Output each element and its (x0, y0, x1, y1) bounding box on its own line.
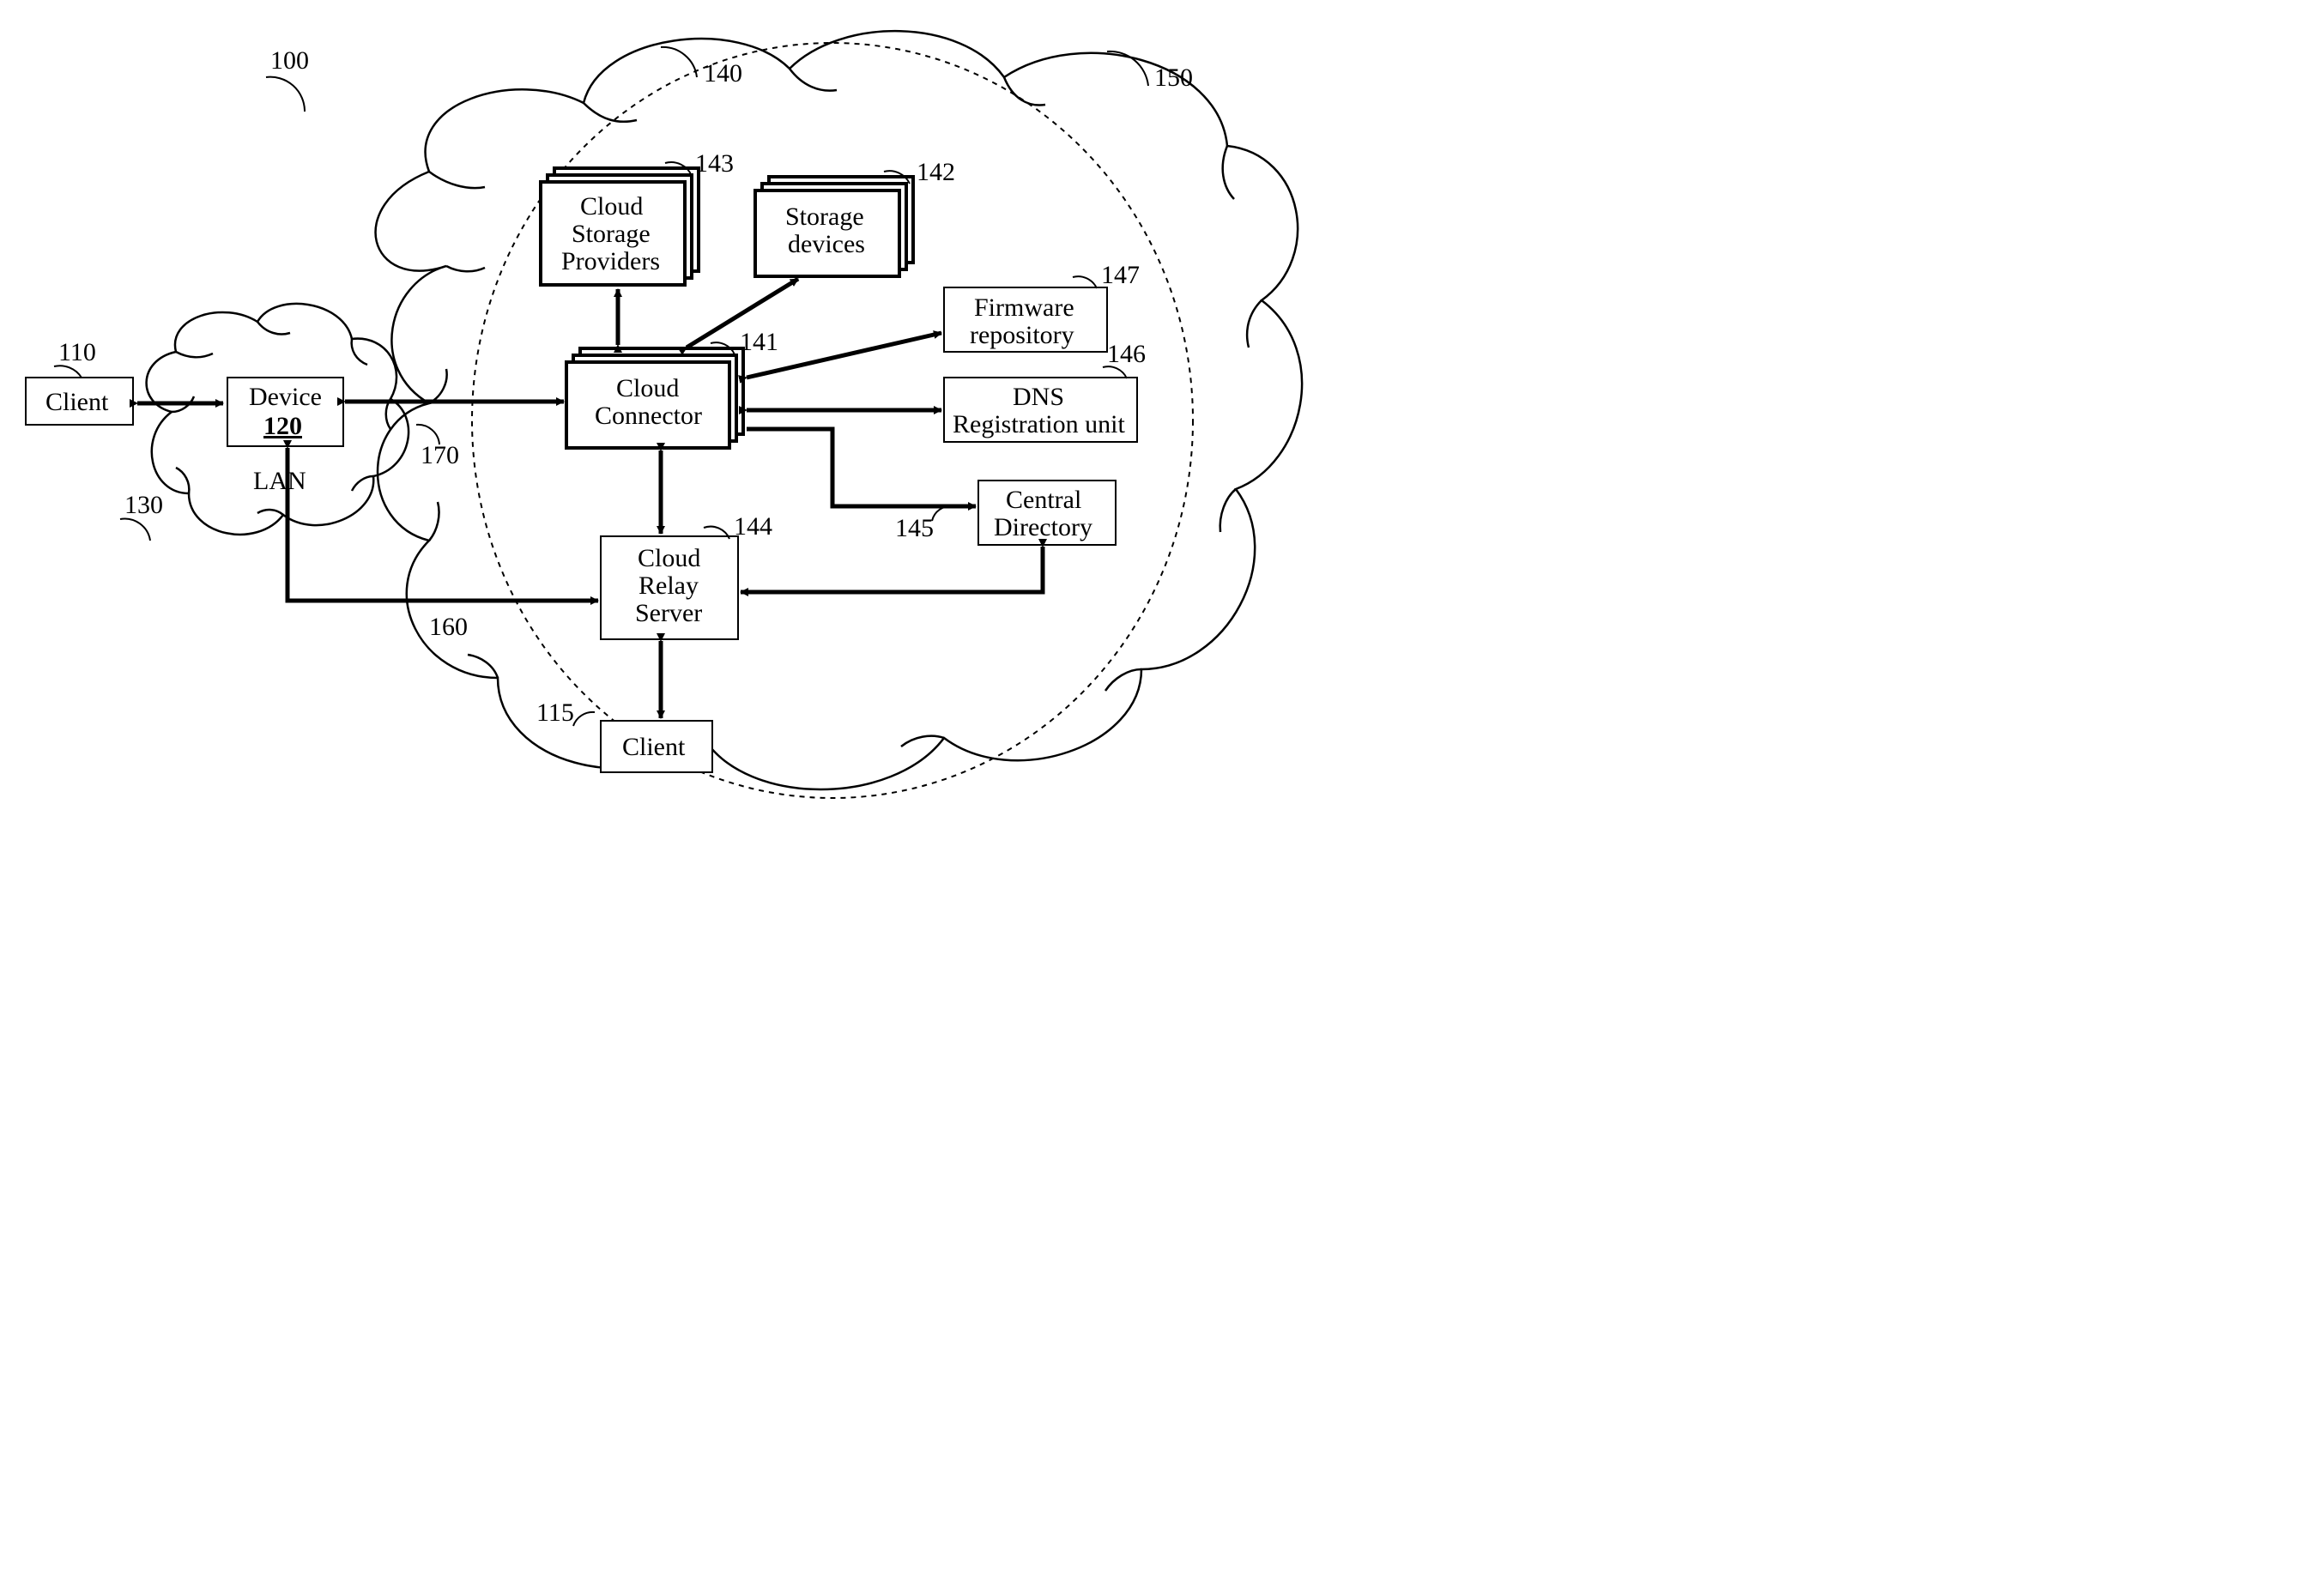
cloud-storage-providers-stack: Cloud Storage Providers (541, 168, 699, 285)
client-left-label: Client (45, 388, 109, 416)
refnum-100: 100 (266, 46, 309, 112)
svg-text:Central: Central (1006, 486, 1081, 514)
svg-text:170: 170 (421, 441, 459, 469)
refnum-160: 160 (429, 613, 468, 641)
refnum-140: 140 (661, 47, 742, 88)
svg-text:Server: Server (635, 599, 702, 627)
svg-text:Relay: Relay (639, 571, 699, 600)
svg-text:Cloud: Cloud (616, 374, 679, 402)
arrow-relay-directory (741, 547, 1043, 592)
svg-text:Providers: Providers (561, 247, 660, 275)
svg-text:repository: repository (970, 321, 1074, 349)
svg-text:147: 147 (1101, 261, 1140, 289)
svg-text:141: 141 (740, 328, 778, 356)
lan-label: LAN (253, 467, 306, 495)
svg-text:devices: devices (788, 230, 865, 258)
svg-text:140: 140 (704, 59, 742, 88)
svg-text:130: 130 (124, 491, 163, 519)
refnum-130: 130 (120, 491, 163, 541)
device-label: Device (249, 383, 322, 411)
diagram-canvas: LAN Client Device 120 Cloud Storage Prov… (0, 0, 1322, 910)
svg-text:Firmware: Firmware (974, 293, 1074, 322)
storage-devices-stack: Storage devices (755, 177, 913, 276)
svg-text:115: 115 (536, 698, 574, 727)
svg-text:DNS: DNS (1013, 383, 1064, 411)
refnum-146: 146 (1103, 340, 1146, 378)
svg-text:143: 143 (695, 149, 734, 178)
svg-text:Registration unit: Registration unit (953, 410, 1125, 438)
cloud-connector-stack: Cloud Connector (566, 348, 743, 448)
svg-text:142: 142 (917, 158, 955, 186)
svg-text:146: 146 (1107, 340, 1146, 368)
refnum-110: 110 (54, 338, 96, 378)
refnum-115: 115 (536, 698, 595, 727)
client-bottom-label: Client (622, 733, 686, 761)
svg-text:Connector: Connector (595, 402, 702, 430)
svg-text:145: 145 (895, 514, 934, 542)
svg-text:150: 150 (1154, 63, 1193, 92)
refnum-145: 145 (895, 506, 953, 542)
arrow-device-relay (287, 448, 598, 601)
svg-text:144: 144 (734, 512, 772, 541)
svg-text:Cloud: Cloud (638, 544, 700, 572)
refnum-170: 170 (416, 425, 459, 469)
arrow-connector-directory (747, 429, 976, 506)
svg-text:Cloud: Cloud (580, 192, 643, 221)
svg-text:Directory: Directory (994, 513, 1092, 541)
svg-text:Storage: Storage (572, 220, 651, 248)
device-num-label: 120 (263, 412, 302, 440)
refnum-147: 147 (1073, 261, 1140, 289)
refnum-150: 150 (1107, 51, 1193, 92)
svg-text:100: 100 (270, 46, 309, 75)
svg-text:110: 110 (58, 338, 96, 366)
svg-text:Storage: Storage (785, 203, 864, 231)
svg-text:160: 160 (429, 613, 468, 641)
